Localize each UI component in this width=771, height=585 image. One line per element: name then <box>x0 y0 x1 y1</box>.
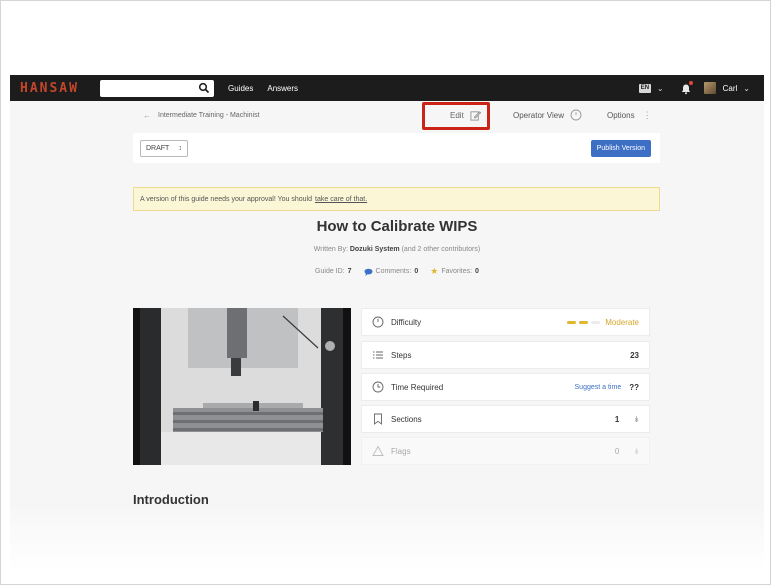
double-chevron-down-icon[interactable]: ↡ <box>633 415 640 424</box>
alert-link[interactable]: take care of that. <box>315 196 367 203</box>
suggest-time-link[interactable]: Suggest a time <box>575 384 622 391</box>
difficulty-row: Difficulty Moderate <box>361 308 650 336</box>
pencil-icon <box>470 110 481 120</box>
difficulty-label: Difficulty <box>391 317 422 327</box>
sections-label: Sections <box>391 414 422 424</box>
arrow-left-icon: ← <box>143 110 151 120</box>
comments-count: 0 <box>414 268 419 275</box>
flags-row[interactable]: Flags 0 ↡ <box>361 437 650 465</box>
username[interactable]: Carl <box>723 84 738 93</box>
guide-page: ← Intermediate Training - Machinist Edit… <box>10 101 764 571</box>
milling-machine-photo <box>133 308 351 465</box>
gauge-icon <box>570 109 582 121</box>
search-icon[interactable] <box>198 82 210 94</box>
nav-link-answers[interactable]: Answers <box>267 84 298 93</box>
favorites-label: Favorites: <box>441 268 473 275</box>
comment-icon <box>364 268 373 276</box>
steps-row: Steps 23 <box>361 341 650 369</box>
difficulty-bar-3 <box>591 320 601 324</box>
warning-icon <box>372 445 384 456</box>
search-box[interactable] <box>100 79 214 98</box>
sections-row[interactable]: Sections 1 ↡ <box>361 405 650 433</box>
comments-label: Comments: <box>375 268 412 275</box>
difficulty-bar-2 <box>579 320 589 324</box>
approval-alert: A version of this guide needs your appro… <box>133 187 660 211</box>
options-menu[interactable]: Options ⋮ <box>607 101 652 129</box>
select-arrows-icon: ↕ <box>178 144 183 152</box>
brand-logo[interactable]: HANSAW <box>20 81 90 96</box>
steps-value: 23 <box>630 350 639 360</box>
difficulty-value: Moderate <box>605 317 639 327</box>
sections-value: 1 <box>614 414 620 424</box>
operator-view-label: Operator View <box>513 110 564 120</box>
clock-icon <box>372 381 384 393</box>
favorites-stat[interactable]: ★ Favorites: 0 <box>430 266 479 277</box>
version-bar: DRAFT ↕ Publish Version <box>133 133 660 163</box>
bottom-fade <box>10 505 764 571</box>
nav-link-guides[interactable]: Guides <box>228 84 253 93</box>
star-icon: ★ <box>430 266 439 276</box>
flags-label: Flags <box>391 446 411 456</box>
more-vertical-icon: ⋮ <box>642 109 652 120</box>
chevron-down-icon[interactable]: ⌄ <box>657 84 664 93</box>
list-icon <box>373 351 383 359</box>
avatar[interactable] <box>703 82 716 94</box>
double-chevron-down-icon[interactable]: ↡ <box>633 447 640 456</box>
gauge-icon <box>372 316 384 328</box>
chevron-down-icon[interactable]: ⌄ <box>743 84 750 93</box>
guide-byline: Written By: Dozuki System (and 2 other c… <box>10 246 771 253</box>
language-badge[interactable]: EN <box>638 83 651 93</box>
favorites-count: 0 <box>475 268 479 275</box>
time-required-row: Time Required Suggest a time ?? <box>361 373 650 401</box>
nav-right-group: EN ⌄ Carl ⌄ <box>638 75 764 101</box>
comments-stat[interactable]: Comments: 0 <box>364 266 419 277</box>
alert-text: A version of this guide needs your appro… <box>140 195 313 203</box>
guide-id-label: Guide ID: <box>315 268 345 275</box>
guide-id-value: 7 <box>347 268 352 275</box>
guide-toolbar: ← Intermediate Training - Machinist Edit… <box>133 101 660 129</box>
top-nav: HANSAW Guides Answers EN ⌄ Carl ⌄ <box>10 75 764 101</box>
breadcrumb-label: Intermediate Training - Machinist <box>158 111 260 119</box>
edit-button[interactable]: Edit <box>442 103 489 127</box>
difficulty-meter <box>567 320 601 324</box>
publish-version-button[interactable]: Publish Version <box>590 139 651 157</box>
bookmark-icon <box>374 413 382 425</box>
flags-value: 0 <box>614 446 620 456</box>
draft-status-value: DRAFT <box>146 144 170 152</box>
difficulty-bar-1 <box>567 320 577 324</box>
search-input[interactable] <box>100 81 196 98</box>
time-required-label: Time Required <box>391 382 444 392</box>
options-label: Options <box>607 110 635 120</box>
edit-label: Edit <box>450 110 464 120</box>
notification-bell-icon[interactable] <box>680 81 693 95</box>
guide-main-image[interactable] <box>133 308 351 465</box>
author-link[interactable]: Dozuki System <box>350 246 400 253</box>
time-required-value: ?? <box>629 382 639 392</box>
guide-id-stat: Guide ID: 7 <box>315 266 351 277</box>
guide-stats: Guide ID: 7 Comments: 0 ★ Favorites: 0 <box>10 266 771 277</box>
operator-view-button[interactable]: Operator View <box>513 101 582 129</box>
contributors-text[interactable]: (and 2 other contributors) <box>402 246 481 253</box>
draft-status-select[interactable]: DRAFT ↕ <box>140 139 188 157</box>
steps-label: Steps <box>391 350 412 360</box>
notification-dot <box>688 81 693 85</box>
guide-title: How to Calibrate WIPS <box>316 218 478 235</box>
written-by-label: Written By: <box>313 246 348 253</box>
breadcrumb[interactable]: ← Intermediate Training - Machinist <box>143 111 260 120</box>
